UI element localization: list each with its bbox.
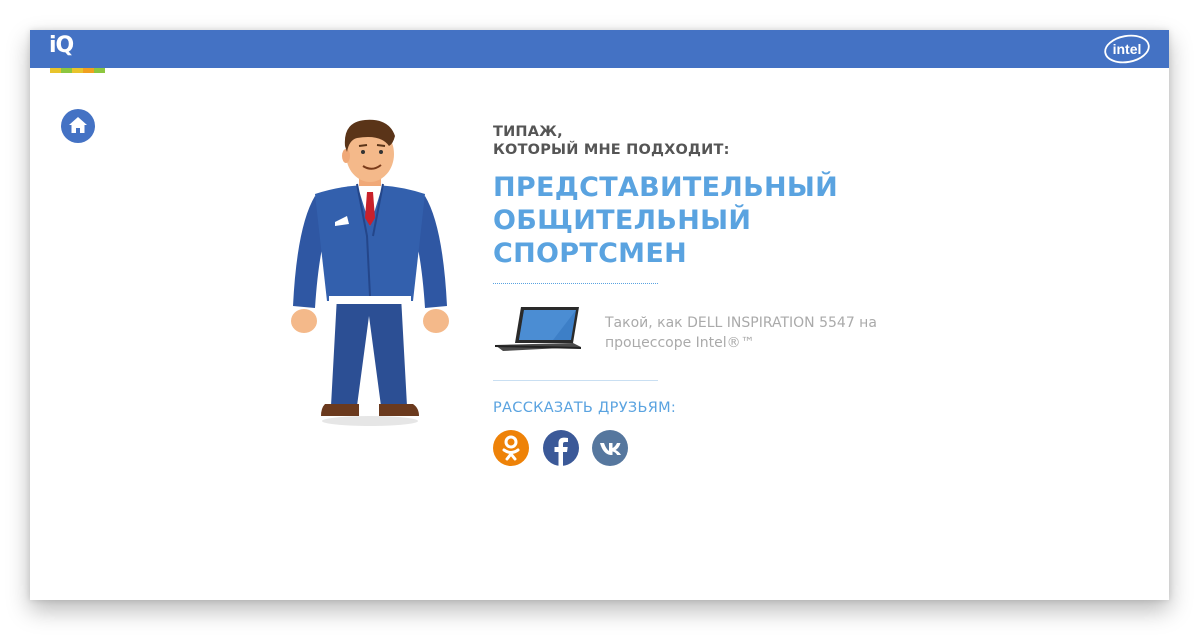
vk-icon — [600, 443, 621, 455]
facebook-share-button[interactable] — [543, 430, 579, 466]
result-type-title: ПРЕДСТАВИТЕЛЬНЫЙ ОБЩИТЕЛЬНЫЙ СПОРТСМЕН — [493, 171, 913, 270]
businessman-illustration — [291, 119, 449, 426]
divider — [493, 283, 658, 284]
facebook-icon — [554, 437, 568, 466]
type-line: СПОРТСМЕН — [493, 238, 687, 269]
type-line: ОБЩИТЕЛЬНЫЙ — [493, 205, 752, 236]
result-subtitle: ТИПАЖ, КОТОРЫЙ МНЕ ПОДХОДИТ: — [493, 123, 793, 159]
subtitle-line: КОТОРЫЙ МНЕ ПОДХОДИТ: — [493, 142, 730, 158]
laptop-image — [495, 307, 581, 351]
product-text: Такой, как DELL INSPIRATION 5547 на проц… — [605, 315, 877, 351]
app-window: iQ intel ТИПАЖ, КОТОРЫЙ МНЕ ПОДХОДИТ: ПР… — [30, 30, 1169, 600]
odnoklassniki-share-button[interactable] — [493, 430, 529, 466]
odnoklassniki-icon — [502, 435, 520, 461]
vk-share-button[interactable] — [592, 430, 628, 466]
share-label: РАССКАЗАТЬ ДРУЗЬЯМ: — [493, 400, 677, 416]
iq-logo[interactable]: iQ — [49, 33, 74, 58]
type-line: ПРЕДСТАВИТЕЛЬНЫЙ — [493, 172, 839, 203]
home-icon — [69, 117, 87, 133]
home-button[interactable] — [61, 109, 95, 143]
top-bar: iQ intel — [30, 30, 1169, 68]
divider — [493, 380, 658, 381]
subtitle-line: ТИПАЖ, — [493, 124, 563, 140]
svg-text:intel: intel — [1113, 41, 1142, 57]
intel-logo: intel — [1104, 34, 1150, 64]
iq-logo-stripe — [50, 68, 105, 73]
